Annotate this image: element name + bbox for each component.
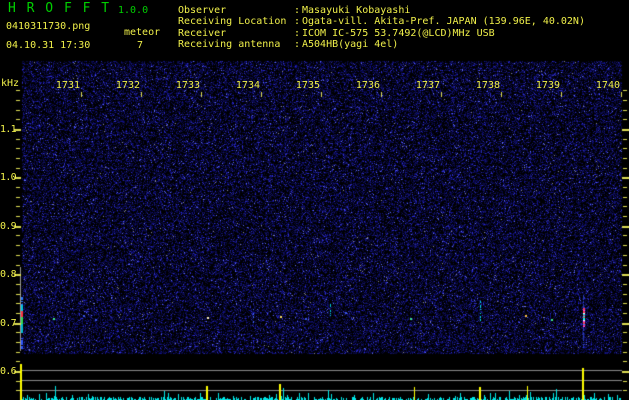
info-colon: : bbox=[294, 16, 301, 28]
info-label: Observer bbox=[178, 5, 227, 16]
freq-tick-label: 0.6 bbox=[0, 366, 17, 377]
freq-tick-label: 1.0 bbox=[0, 172, 17, 183]
output-filename: 0410311730.png bbox=[6, 21, 91, 32]
info-label: Receiving antenna bbox=[178, 39, 281, 51]
meteor-count: 7 bbox=[137, 40, 144, 51]
hrofft-output-image: H R O F F T 1.0.0 0410311730.png meteor … bbox=[0, 0, 629, 400]
info-row: Observer: Masayuki Kobayashi bbox=[178, 5, 618, 16]
spectrogram-canvas bbox=[0, 0, 629, 400]
time-tick-label: 1739 bbox=[535, 80, 560, 91]
info-value: Masayuki Kobayashi bbox=[302, 5, 411, 16]
info-label: Receiver bbox=[178, 27, 227, 39]
time-tick-label: 1731 bbox=[55, 80, 80, 91]
info-colon: : bbox=[294, 27, 301, 39]
observation-info-table: Observer: Masayuki Kobayashi Receiving Loc… bbox=[178, 5, 618, 51]
time-tick-label: 1740 bbox=[595, 80, 620, 91]
freq-tick-label: 0.9 bbox=[0, 221, 17, 232]
info-label: Receiving Location bbox=[178, 16, 287, 28]
freq-tick-label: 0.7 bbox=[0, 318, 17, 329]
info-colon: : bbox=[294, 39, 301, 51]
time-tick-label: 1737 bbox=[415, 80, 440, 91]
observation-mode: meteor bbox=[124, 27, 161, 38]
info-row: Receiving Location: Ogata-vill. Akita-Pre… bbox=[178, 16, 618, 27]
info-value: ICOM IC-575 53.7492(@LCD)MHz USB bbox=[302, 27, 495, 39]
info-value: Ogata-vill. Akita-Pref. JAPAN (139.96E, … bbox=[302, 16, 585, 28]
freq-tick-label: 1.1 bbox=[0, 124, 17, 135]
time-tick-label: 1732 bbox=[115, 80, 140, 91]
time-tick-label: 1738 bbox=[475, 80, 500, 91]
time-tick-label: 1733 bbox=[175, 80, 200, 91]
time-tick-label: 1734 bbox=[235, 80, 260, 91]
y-axis-unit-label: kHz bbox=[1, 78, 20, 89]
info-value: A504HB(yagi 4el) bbox=[302, 39, 399, 51]
info-colon: : bbox=[294, 5, 301, 16]
freq-tick-label: 0.8 bbox=[0, 269, 17, 280]
observation-datetime: 04.10.31 17:30 bbox=[6, 40, 91, 51]
app-title: H R O F F T bbox=[8, 1, 111, 16]
app-version: 1.0.0 bbox=[118, 5, 149, 16]
time-tick-label: 1735 bbox=[295, 80, 320, 91]
info-row: Receiving antenna: A504HB(yagi 4el) bbox=[178, 39, 618, 50]
time-tick-label: 1736 bbox=[355, 80, 380, 91]
info-row: Receiver: ICOM IC-575 53.7492(@LCD)MHz US… bbox=[178, 28, 618, 39]
